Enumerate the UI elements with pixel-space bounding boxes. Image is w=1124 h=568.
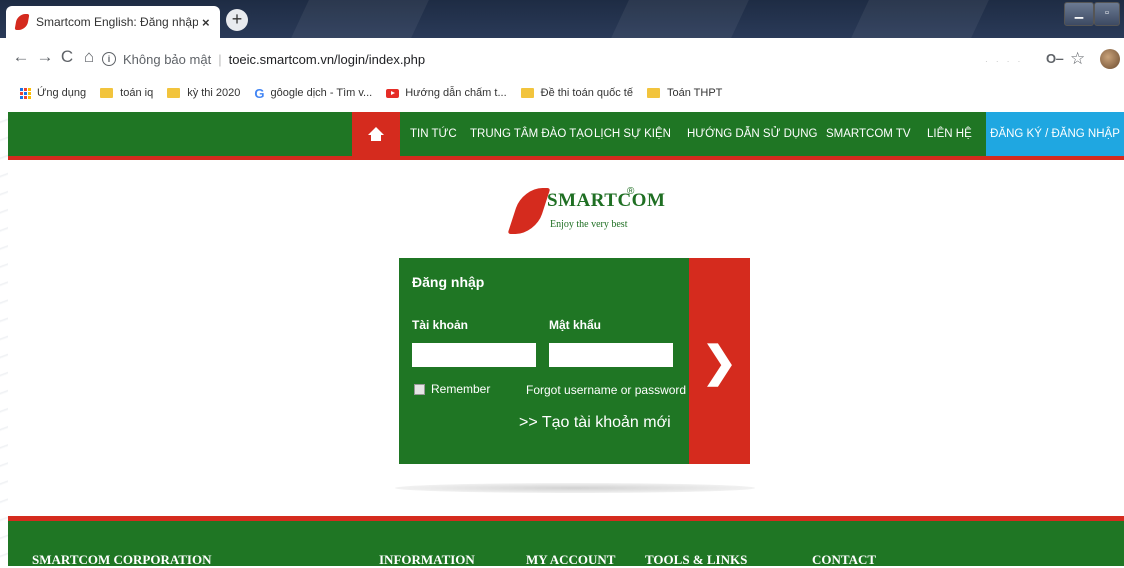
browser-tab-active[interactable]: Smartcom English: Đăng nhập và × (6, 6, 220, 38)
bookmark-ky-thi-2020[interactable]: kỳ thi 2020 (167, 87, 240, 99)
page-left-decoration (0, 106, 8, 566)
bookmark-huong-dan[interactable]: Hướng dẫn chấm t... (386, 87, 507, 99)
bookmark-label: Hướng dẫn chấm t... (405, 87, 507, 99)
tab-title: Smartcom English: Đăng nhập và (36, 15, 198, 29)
logo-swoosh-icon (507, 188, 551, 234)
bookmark-apps[interactable]: Ứng dụng (20, 87, 86, 99)
bookmark-label: kỳ thi 2020 (187, 87, 241, 99)
remember-checkbox[interactable]: Remember (414, 382, 490, 396)
bookmark-google-dich[interactable]: G gôogle dịch - Tìm v... (254, 86, 372, 101)
bookmark-toan-iq[interactable]: toán iq (100, 87, 153, 99)
bookmark-label: Đề thi toán quốc tế (540, 87, 633, 99)
home-icon[interactable]: ⌂ (78, 47, 100, 67)
forgot-password-link[interactable]: Forgot username or password (526, 383, 686, 397)
nav-login-register[interactable]: ĐĂNG KÝ / ĐĂNG NHẬP (986, 112, 1124, 156)
logo-name: SMARTCOM (547, 190, 666, 211)
forward-arrow-icon[interactable]: → (34, 47, 56, 67)
maximize-window-button[interactable]: ▫ (1094, 2, 1120, 26)
tab-close-icon[interactable]: × (202, 15, 210, 30)
folder-icon (520, 88, 534, 98)
back-arrow-icon[interactable]: ← (10, 47, 32, 67)
logo-registered: ® (627, 186, 635, 197)
bookmark-de-thi[interactable]: Đề thi toán quốc tế (520, 87, 633, 99)
home-icon (368, 127, 384, 141)
login-submit-button[interactable]: ❯ (689, 258, 750, 464)
google-icon: G (254, 85, 265, 101)
address-separator: | (218, 51, 222, 67)
nav-home-button[interactable] (352, 112, 400, 156)
address-bar[interactable]: i Không bảo mật | toeic.smartcom.vn/logi… (102, 46, 982, 72)
folder-icon (646, 88, 660, 98)
create-account-link[interactable]: >> Tạo tài khoản mới (519, 414, 671, 432)
password-label: Mật khẩu (549, 318, 602, 332)
nav-item-lien-he[interactable]: LIÊN HỆ (927, 112, 972, 156)
profile-avatar[interactable] (1100, 49, 1120, 69)
apps-icon (20, 87, 31, 99)
nav-item-tin-tuc[interactable]: TIN TỨC (410, 112, 457, 156)
youtube-icon (386, 88, 400, 98)
smartcom-logo[interactable]: SMARTCOM ® Enjoy the very best (507, 186, 665, 236)
translate-dots-icon: · · · · (985, 57, 1024, 66)
checkbox-icon[interactable] (414, 383, 425, 395)
nav-divider (8, 156, 1124, 160)
login-title: Đăng nhập (412, 274, 485, 290)
info-icon[interactable]: i (102, 52, 116, 66)
smartcom-favicon-icon (14, 14, 30, 30)
username-input[interactable] (412, 343, 536, 367)
reload-icon[interactable]: C (56, 47, 78, 67)
password-input[interactable] (549, 343, 673, 367)
nav-item-trung-tam-dao-tao[interactable]: TRUNG TÂM ĐÀO TẠO (470, 112, 593, 156)
new-tab-button[interactable]: + (226, 9, 248, 31)
folder-icon (100, 88, 114, 98)
bookmark-label: Ứng dụng (37, 87, 87, 99)
key-icon[interactable]: O‒ (1046, 51, 1063, 66)
security-status: Không bảo mật (123, 51, 212, 67)
bookmarks-bar: Ứng dụng toán iq kỳ thi 2020 G gôogle dị… (0, 80, 1124, 106)
site-footer: SMARTCOM CORPORATION INFORMATION MY ACCO… (8, 521, 1124, 567)
browser-tab-strip: Smartcom English: Đăng nhập và × + ▁ ▫ (0, 0, 1124, 38)
site-navigation: TIN TỨC TRUNG TÂM ĐÀO TẠO LỊCH SỰ KIỆN H… (8, 112, 1124, 156)
bookmark-label: Toán THPT (666, 87, 723, 99)
login-shadow (395, 483, 755, 493)
nav-item-lich-su-kien[interactable]: LỊCH SỰ KIỆN (594, 112, 671, 156)
nav-item-huong-dan[interactable]: HƯỚNG DẪN SỬ DỤNG (687, 112, 817, 156)
browser-toolbar: ← → C ⌂ i Không bảo mật | toeic.smartcom… (0, 38, 1124, 80)
username-label: Tài khoản (412, 318, 469, 332)
folder-icon (167, 88, 181, 98)
url-text[interactable]: toeic.smartcom.vn/login/index.php (229, 52, 426, 67)
login-form: Đăng nhập Tài khoản Mật khẩu Remember Fo… (399, 258, 689, 464)
minimize-window-button[interactable]: ▁ (1064, 2, 1094, 26)
remember-label: Remember (431, 382, 491, 396)
bookmark-label: gôogle dịch - Tìm v... (270, 87, 373, 99)
nav-item-smartcom-tv[interactable]: SMARTCOM TV (826, 112, 911, 156)
bookmark-star-icon[interactable]: ☆ (1070, 49, 1085, 69)
bookmark-toan-thpt[interactable]: Toán THPT (646, 87, 723, 99)
logo-tagline: Enjoy the very best (550, 219, 628, 230)
bookmark-label: toán iq (120, 87, 154, 99)
